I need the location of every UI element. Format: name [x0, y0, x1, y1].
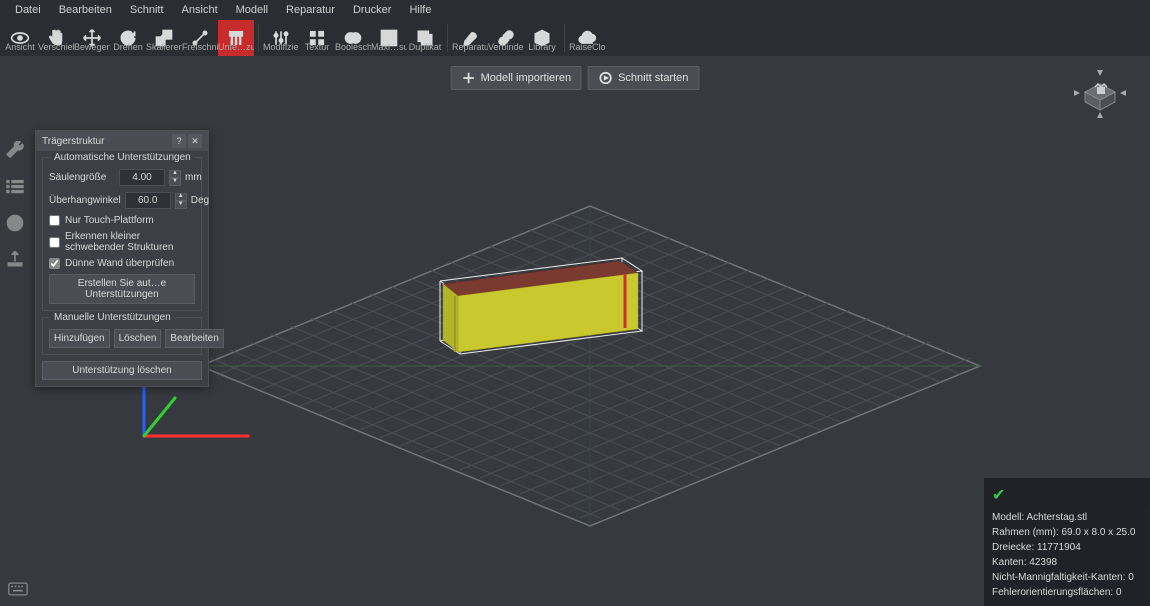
list-icon[interactable]	[4, 176, 26, 198]
stepper-down-icon[interactable]: ▼	[175, 201, 187, 209]
menu-hilfe[interactable]: Hilfe	[400, 4, 440, 16]
menu-datei[interactable]: Datei	[6, 4, 50, 16]
menu-schnitt[interactable]: Schnitt	[121, 4, 173, 16]
non-manifold-count: 0	[1128, 572, 1134, 583]
panel-title-text: Trägerstruktur	[42, 136, 104, 147]
toolbar-labels: AnsichtVerschiebenBewegenDrehenSkalieren…	[0, 42, 1150, 56]
wrench-icon[interactable]	[4, 140, 26, 162]
edit-support-button[interactable]: Bearbeiten	[165, 329, 223, 348]
thin-wall-check[interactable]: Dünne Wand überprüfen	[49, 258, 195, 269]
check-icon: ✔	[992, 484, 1142, 508]
menu-ansicht[interactable]: Ansicht	[173, 4, 227, 16]
tool-label: Modifizier	[263, 42, 299, 56]
support-panel: Trägerstruktur ? ✕ Automatische Unterstü…	[35, 130, 209, 387]
export-icon[interactable]	[4, 248, 26, 270]
edge-count: 42398	[1029, 557, 1057, 568]
import-model-button[interactable]: Modell importieren	[451, 66, 582, 90]
tool-label: Boolesche	[335, 42, 371, 56]
menu-drucker[interactable]: Drucker	[344, 4, 401, 16]
tool-label: Ansicht	[2, 42, 38, 56]
tool-label: Drehen	[110, 42, 146, 56]
add-support-button[interactable]: Hinzufügen	[49, 329, 110, 348]
chevron-down-icon	[1097, 112, 1103, 118]
menu-modell[interactable]: Modell	[227, 4, 277, 16]
pillar-size-label: Säulengröße	[49, 172, 115, 183]
tool-label: Reparatur	[452, 42, 488, 56]
center-action-buttons: Modell importieren Schnitt starten	[451, 66, 700, 90]
tool-label: Verschieben	[38, 42, 74, 56]
stepper-up-icon[interactable]: ▲	[169, 170, 181, 178]
tool-label: Duplikat	[407, 42, 443, 56]
pillar-size-input[interactable]	[119, 169, 165, 186]
chevron-up-icon	[1097, 70, 1103, 76]
tool-label: Freischnitt	[182, 42, 218, 56]
touch-platform-check[interactable]: Nur Touch-Plattform	[49, 215, 195, 226]
tool-label: RaiseCloud	[569, 42, 605, 56]
overhang-angle-input[interactable]	[125, 192, 171, 209]
tool-label: Library	[524, 42, 560, 56]
pillar-unit: mm	[185, 172, 202, 183]
slice-label: Schnitt starten	[618, 72, 688, 84]
menu-reparatur[interactable]: Reparatur	[277, 4, 344, 16]
auto-group-title: Automatische Unterstützungen	[51, 152, 194, 163]
keyboard-icon[interactable]	[8, 582, 28, 596]
chevron-left-icon	[1074, 90, 1080, 96]
model-info-panel: ✔ Modell: Achterstag.stl Rahmen (mm): 69…	[984, 478, 1150, 606]
menu-bearbeiten[interactable]: Bearbeiten	[50, 4, 121, 16]
tool-label: Skalieren	[146, 42, 182, 56]
tool-label: Bewegen	[74, 42, 110, 56]
stepper-up-icon[interactable]: ▲	[175, 193, 187, 201]
flipped-count: 0	[1116, 587, 1122, 598]
model-name: Achterstag.stl	[1026, 512, 1087, 523]
help-icon[interactable]: ?	[172, 134, 186, 148]
model-bounds: 69.0 x 8.0 x 25.0	[1061, 527, 1135, 538]
triangle-count: 11771904	[1037, 542, 1081, 553]
tool-label: Maxi…sung	[371, 42, 407, 56]
tool-label: Unte…zung	[218, 42, 254, 56]
detect-small-check[interactable]: Erkennen kleiner schwebender Strukturen	[49, 231, 195, 253]
clear-supports-button[interactable]: Unterstützung löschen	[42, 361, 202, 380]
panel-titlebar[interactable]: Trägerstruktur ? ✕	[36, 131, 208, 151]
overhang-angle-label: Überhangwinkel	[49, 195, 121, 206]
start-slice-button[interactable]: Schnitt starten	[588, 66, 699, 90]
close-icon[interactable]: ✕	[188, 134, 202, 148]
viewport[interactable]: Modell importieren Schnitt starten	[0, 56, 1150, 606]
manual-group-title: Manuelle Unterstützungen	[51, 312, 174, 323]
model-object[interactable]	[440, 258, 642, 354]
nav-cube[interactable]	[1070, 62, 1130, 122]
angle-unit: Deg	[191, 195, 209, 206]
import-label: Modell importieren	[481, 72, 571, 84]
menubar: DateiBearbeitenSchnittAnsichtModellRepar…	[0, 0, 1150, 20]
stepper-down-icon[interactable]: ▼	[169, 178, 181, 186]
delete-support-button[interactable]: Löschen	[114, 329, 162, 348]
tool-label: Textur	[299, 42, 335, 56]
tool-label: Verbinden	[488, 42, 524, 56]
left-sidebar	[0, 136, 30, 270]
create-auto-supports-button[interactable]: Erstellen Sie aut…e Unterstützungen	[49, 274, 195, 304]
play-circle-icon[interactable]	[4, 212, 26, 234]
chevron-right-icon	[1120, 90, 1126, 96]
